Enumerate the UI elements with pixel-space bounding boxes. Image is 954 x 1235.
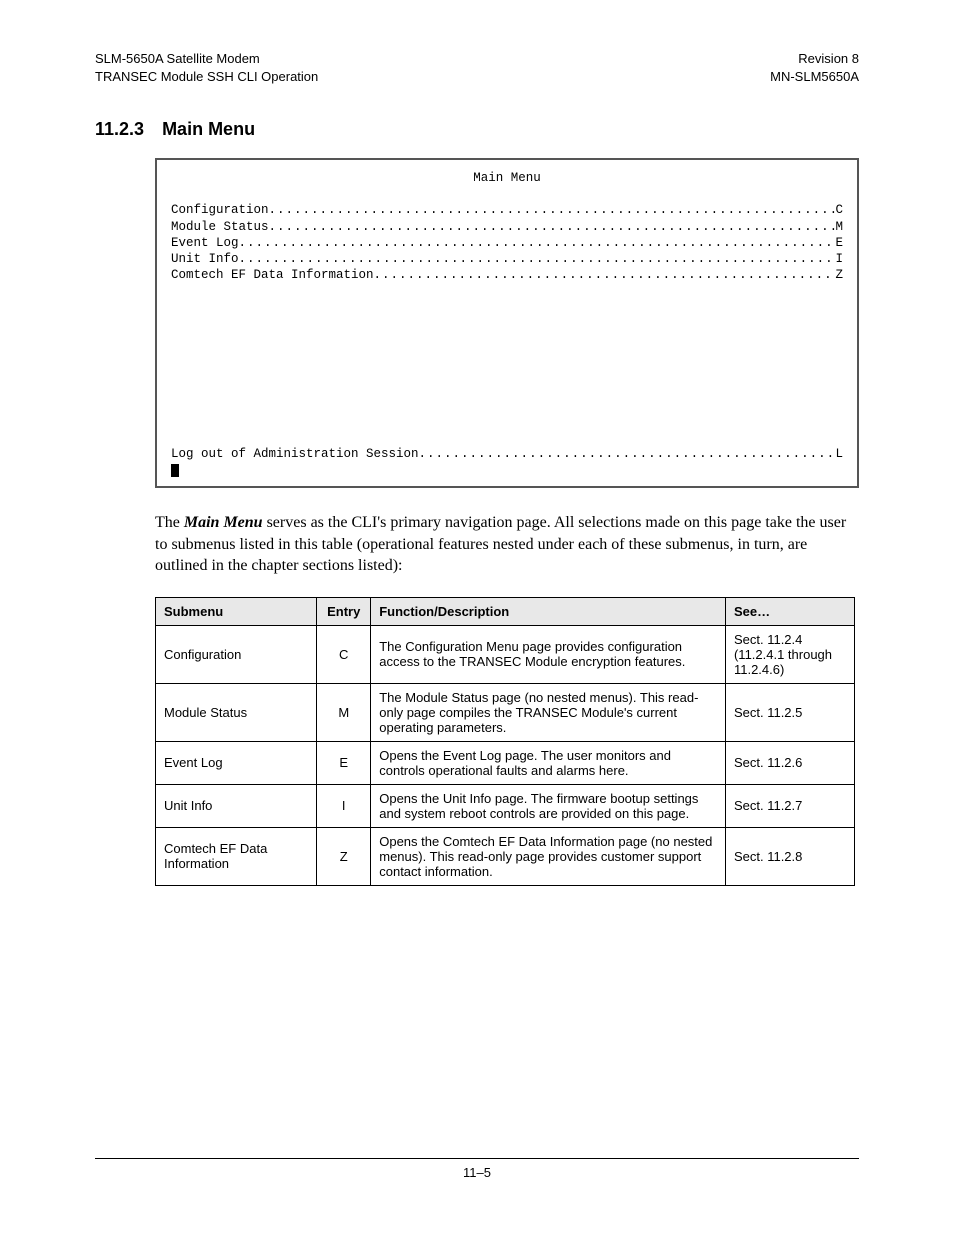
menu-key: M xyxy=(835,219,843,235)
td-see: Sect. 11.2.7 xyxy=(725,784,854,827)
header-subject: TRANSEC Module SSH CLI Operation xyxy=(95,68,318,86)
menu-label: Configuration xyxy=(171,202,269,218)
table-row: Module Status M The Module Status page (… xyxy=(156,683,855,741)
section-heading: 11.2.3 Main Menu xyxy=(95,119,859,140)
page-footer: 11–5 xyxy=(95,1158,859,1180)
section-title: Main Menu xyxy=(162,119,255,139)
td-desc: Opens the Comtech EF Data Information pa… xyxy=(371,827,726,885)
menu-item: Configuration C xyxy=(171,202,843,218)
td-entry: M xyxy=(317,683,371,741)
header-right: Revision 8 MN-SLM5650A xyxy=(770,50,859,85)
menu-dots xyxy=(269,202,836,218)
table-row: Comtech EF Data Information Z Opens the … xyxy=(156,827,855,885)
terminal-window: Main Menu Configuration C Module Status … xyxy=(155,158,859,488)
menu-item: Module Status M xyxy=(171,219,843,235)
td-see: Sect. 11.2.4 (11.2.4.1 through 11.2.4.6) xyxy=(725,625,854,683)
header-docnum: MN-SLM5650A xyxy=(770,68,859,86)
submenu-table: Submenu Entry Function/Description See… … xyxy=(155,597,855,886)
th-entry: Entry xyxy=(317,597,371,625)
menu-dots xyxy=(419,446,836,462)
table-row: Unit Info I Opens the Unit Info page. Th… xyxy=(156,784,855,827)
menu-label: Event Log xyxy=(171,235,239,251)
table-row: Event Log E Opens the Event Log page. Th… xyxy=(156,741,855,784)
header-product: SLM-5650A Satellite Modem xyxy=(95,50,318,68)
td-see: Sect. 11.2.6 xyxy=(725,741,854,784)
menu-dots xyxy=(239,251,836,267)
th-submenu: Submenu xyxy=(156,597,317,625)
td-desc: Opens the Unit Info page. The firmware b… xyxy=(371,784,726,827)
menu-dots xyxy=(269,219,836,235)
page-number: 11–5 xyxy=(463,1165,491,1180)
td-desc: The Configuration Menu page provides con… xyxy=(371,625,726,683)
menu-key: I xyxy=(835,251,843,267)
menu-label: Module Status xyxy=(171,219,269,235)
th-see: See… xyxy=(725,597,854,625)
page: SLM-5650A Satellite Modem TRANSEC Module… xyxy=(0,0,954,1235)
td-submenu: Unit Info xyxy=(156,784,317,827)
td-submenu: Configuration xyxy=(156,625,317,683)
td-see: Sect. 11.2.8 xyxy=(725,827,854,885)
menu-key: C xyxy=(835,202,843,218)
menu-key: Z xyxy=(835,267,843,283)
menu-item-logout: Log out of Administration Session L xyxy=(171,446,843,462)
header-left: SLM-5650A Satellite Modem TRANSEC Module… xyxy=(95,50,318,85)
td-submenu: Module Status xyxy=(156,683,317,741)
menu-key: L xyxy=(835,446,843,462)
td-desc: Opens the Event Log page. The user monit… xyxy=(371,741,726,784)
td-submenu: Comtech EF Data Information xyxy=(156,827,317,885)
header-revision: Revision 8 xyxy=(770,50,859,68)
terminal-title: Main Menu xyxy=(171,170,843,186)
menu-item: Event Log E xyxy=(171,235,843,251)
table-row: Configuration C The Configuration Menu p… xyxy=(156,625,855,683)
logout-block: Log out of Administration Session L xyxy=(171,446,843,479)
menu-dots xyxy=(374,267,836,283)
td-submenu: Event Log xyxy=(156,741,317,784)
td-entry: I xyxy=(317,784,371,827)
menu-key: E xyxy=(835,235,843,251)
menu-dots xyxy=(239,235,836,251)
description-paragraph: The Main Menu serves as the CLI's primar… xyxy=(155,512,859,577)
menu-item: Unit Info I xyxy=(171,251,843,267)
menu-label: Unit Info xyxy=(171,251,239,267)
table-header-row: Submenu Entry Function/Description See… xyxy=(156,597,855,625)
menu-item: Comtech EF Data Information Z xyxy=(171,267,843,283)
cursor-icon xyxy=(171,464,179,477)
th-desc: Function/Description xyxy=(371,597,726,625)
para-mainmenu: Main Menu xyxy=(184,514,263,531)
td-entry: Z xyxy=(317,827,371,885)
td-see: Sect. 11.2.5 xyxy=(725,683,854,741)
menu-label: Log out of Administration Session xyxy=(171,446,419,462)
menu-label: Comtech EF Data Information xyxy=(171,267,374,283)
para-prefix: The xyxy=(155,514,184,531)
td-desc: The Module Status page (no nested menus)… xyxy=(371,683,726,741)
section-number: 11.2.3 xyxy=(95,119,144,139)
page-header: SLM-5650A Satellite Modem TRANSEC Module… xyxy=(95,50,859,85)
td-entry: E xyxy=(317,741,371,784)
td-entry: C xyxy=(317,625,371,683)
